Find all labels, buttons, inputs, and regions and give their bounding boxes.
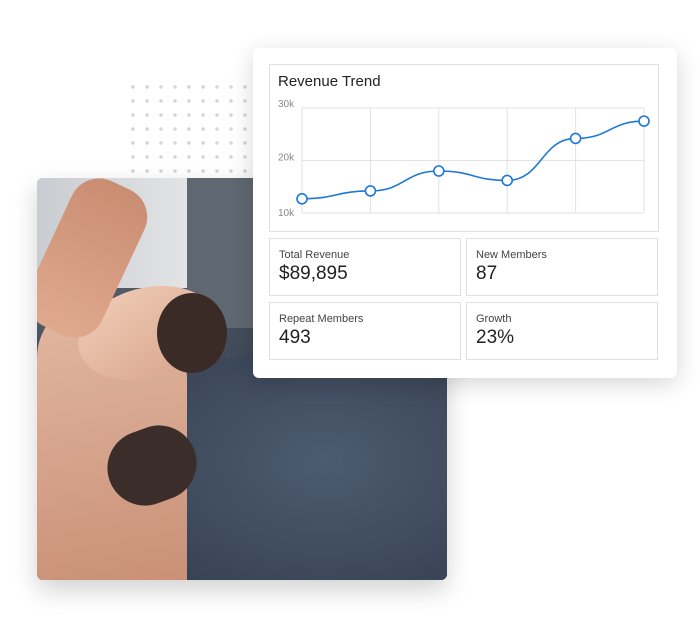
stat-label: New Members <box>476 249 547 261</box>
stat-label: Total Revenue <box>279 249 350 261</box>
stat-repeat-members: Repeat Members 493 <box>269 302 461 360</box>
data-point <box>364 185 377 197</box>
stat-label: Growth <box>476 313 512 325</box>
stat-value: 493 <box>279 327 311 348</box>
data-point <box>638 115 650 127</box>
y-tick-label: 10k <box>278 208 295 219</box>
data-point <box>569 132 582 145</box>
data-point <box>433 165 445 177</box>
stat-value: $89,895 <box>279 263 348 284</box>
y-tick-label: 20k <box>278 153 295 164</box>
chart-svg: 10k 20k 30k <box>278 99 650 219</box>
data-point <box>296 193 308 205</box>
stat-growth: Growth 23% <box>466 302 658 360</box>
series-line <box>301 120 645 200</box>
stat-new-members: New Members 87 <box>466 238 658 296</box>
stat-value: 23% <box>476 327 515 348</box>
dashboard-card: Revenue Trend 10k 20k 30k Total Revenue $8… <box>253 48 677 378</box>
stat-label: Repeat Members <box>279 313 364 325</box>
stat-total-revenue: Total Revenue $89,895 <box>269 238 461 296</box>
stat-value: 87 <box>476 263 498 284</box>
y-tick-label: 30k <box>278 99 295 110</box>
revenue-trend-chart: Revenue Trend 10k 20k 30k <box>269 64 659 232</box>
data-point <box>501 174 513 187</box>
